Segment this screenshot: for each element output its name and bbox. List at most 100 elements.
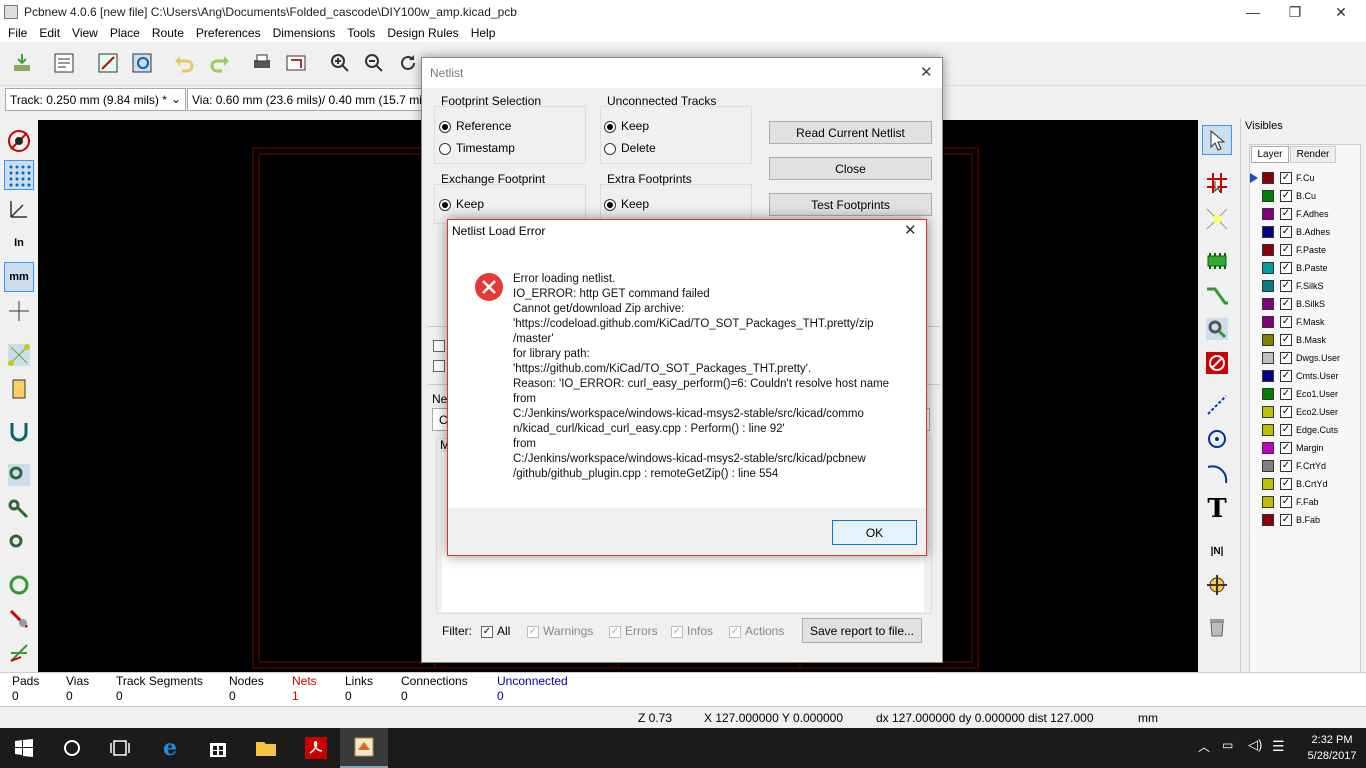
layer-color-swatch[interactable]: [1262, 172, 1274, 184]
menu-design-rules[interactable]: Design Rules: [383, 24, 466, 42]
layer-row[interactable]: ✓ F.Cu: [1262, 169, 1315, 187]
option-checkbox[interactable]: [433, 360, 445, 372]
layer-row[interactable]: ✓ Eco2.User: [1262, 403, 1338, 421]
check-icon[interactable]: ✓: [1280, 478, 1292, 490]
page-settings-icon[interactable]: [48, 48, 80, 78]
menu-dimensions[interactable]: Dimensions: [269, 24, 344, 42]
file-explorer-icon[interactable]: [242, 728, 290, 768]
layer-row[interactable]: ✓ Dwgs.User: [1262, 349, 1340, 367]
tab-layer[interactable]: Layer: [1251, 146, 1289, 163]
high-contrast-icon[interactable]: [4, 604, 34, 634]
menu-edit[interactable]: Edit: [35, 24, 68, 42]
zoom-in-icon[interactable]: [324, 48, 356, 78]
layer-row[interactable]: ✓ B.Fab: [1262, 511, 1320, 529]
inch-units-icon[interactable]: In: [4, 228, 34, 258]
unconnected-delete-radio[interactable]: Delete: [604, 141, 656, 155]
highlight-net-icon[interactable]: [1202, 168, 1232, 198]
delete-icon[interactable]: [1202, 612, 1232, 642]
redraw-icon[interactable]: [392, 48, 424, 78]
add-dimension-icon[interactable]: |N|: [1202, 536, 1232, 566]
layer-color-swatch[interactable]: [1262, 244, 1274, 256]
layer-row[interactable]: ✓ F.SilkS: [1262, 277, 1324, 295]
filter-infos-checkbox[interactable]: ✓ Infos: [671, 624, 713, 638]
layer-row[interactable]: ✓ B.Adhes: [1262, 223, 1330, 241]
layer-color-swatch[interactable]: [1262, 352, 1274, 364]
check-icon[interactable]: ✓: [1280, 352, 1292, 364]
add-circle-icon[interactable]: [1202, 424, 1232, 454]
layer-row[interactable]: ✓ F.Mask: [1262, 313, 1325, 331]
module-viewer-icon[interactable]: [126, 48, 158, 78]
option-checkbox[interactable]: [433, 340, 445, 352]
test-footprints-button[interactable]: Test Footprints: [769, 193, 932, 216]
network-icon[interactable]: ▭: [1222, 738, 1233, 752]
layer-row[interactable]: ✓ B.Cu: [1262, 187, 1316, 205]
close-window-button[interactable]: ✕: [1318, 0, 1364, 24]
check-icon[interactable]: ✓: [1280, 442, 1292, 454]
check-icon[interactable]: ✓: [1280, 316, 1292, 328]
search-circle-icon[interactable]: [48, 728, 96, 768]
plot-icon[interactable]: [280, 48, 312, 78]
ratsnest-icon[interactable]: [4, 340, 34, 370]
mm-units-icon[interactable]: mm: [4, 262, 34, 292]
check-icon[interactable]: ✓: [1280, 262, 1292, 274]
print-icon[interactable]: [246, 48, 278, 78]
layer-color-swatch[interactable]: [1262, 514, 1274, 526]
netlist-close-button[interactable]: ✕: [920, 63, 933, 81]
layer-color-swatch[interactable]: [1262, 370, 1274, 382]
check-icon[interactable]: ✓: [1280, 370, 1292, 382]
read-netlist-button[interactable]: Read Current Netlist: [769, 121, 932, 144]
minimize-button[interactable]: —: [1230, 0, 1276, 24]
cursor-shape-icon[interactable]: [4, 296, 34, 326]
menu-preferences[interactable]: Preferences: [192, 24, 269, 42]
layer-color-swatch[interactable]: [1262, 334, 1274, 346]
track-width-select[interactable]: Track: 0.250 mm (9.84 mils) * ⌄: [5, 88, 186, 111]
edge-browser-icon[interactable]: e: [146, 728, 194, 768]
reference-radio[interactable]: Reference: [439, 119, 511, 133]
menu-route[interactable]: Route: [148, 24, 192, 42]
check-icon[interactable]: ✓: [1280, 424, 1292, 436]
layer-row[interactable]: ✓ F.Fab: [1262, 493, 1319, 511]
polar-coords-icon[interactable]: [4, 194, 34, 224]
layer-color-swatch[interactable]: [1262, 226, 1274, 238]
module-editor-icon[interactable]: [92, 48, 124, 78]
add-text-icon[interactable]: T: [1202, 494, 1232, 524]
layer-color-swatch[interactable]: [1262, 280, 1274, 292]
filter-actions-checkbox[interactable]: ✓ Actions: [729, 624, 784, 638]
check-icon[interactable]: ✓: [1280, 388, 1292, 400]
layer-color-swatch[interactable]: [1262, 496, 1274, 508]
microwave-icon[interactable]: [4, 638, 34, 668]
layer-row[interactable]: ✓ F.Adhes: [1262, 205, 1329, 223]
layer-color-swatch[interactable]: [1262, 262, 1274, 274]
add-target-icon[interactable]: [1202, 570, 1232, 600]
menu-help[interactable]: Help: [467, 24, 504, 42]
ok-button[interactable]: OK: [832, 520, 917, 545]
kicad-taskbar-icon[interactable]: [340, 728, 388, 768]
check-icon[interactable]: ✓: [1280, 298, 1292, 310]
store-icon[interactable]: [194, 728, 242, 768]
menu-tools[interactable]: Tools: [343, 24, 383, 42]
via-size-select[interactable]: Via: 0.60 mm (23.6 mils)/ 0.40 mm (15.7 …: [187, 88, 423, 111]
layer-row[interactable]: ✓ B.Paste: [1262, 259, 1328, 277]
undo-icon[interactable]: [168, 48, 200, 78]
check-icon[interactable]: ✓: [1280, 208, 1292, 220]
filter-errors-checkbox[interactable]: ✓ Errors: [609, 624, 658, 638]
zone-fill-icon[interactable]: [4, 570, 34, 600]
acrobat-icon[interactable]: [292, 728, 340, 768]
layer-color-swatch[interactable]: [1262, 460, 1274, 472]
filter-all-checkbox[interactable]: ✓ All: [481, 624, 510, 638]
start-windows-icon[interactable]: [0, 728, 48, 768]
layer-color-swatch[interactable]: [1262, 406, 1274, 418]
check-icon[interactable]: ✓: [1280, 514, 1292, 526]
check-icon[interactable]: ✓: [1280, 280, 1292, 292]
tab-render[interactable]: Render: [1290, 146, 1336, 163]
layer-row[interactable]: ✓ Cmts.User: [1262, 367, 1339, 385]
add-line-icon[interactable]: [1202, 390, 1232, 420]
layer-row[interactable]: ✓ Eco1.User: [1262, 385, 1338, 403]
check-icon[interactable]: ✓: [1280, 460, 1292, 472]
clock-time[interactable]: 2:32 PM: [1302, 734, 1362, 746]
timestamp-radio[interactable]: Timestamp: [439, 141, 515, 155]
layer-color-swatch[interactable]: [1262, 424, 1274, 436]
layer-color-swatch[interactable]: [1262, 388, 1274, 400]
volume-icon[interactable]: ◁): [1248, 737, 1262, 753]
add-zone-icon[interactable]: [1202, 348, 1232, 378]
